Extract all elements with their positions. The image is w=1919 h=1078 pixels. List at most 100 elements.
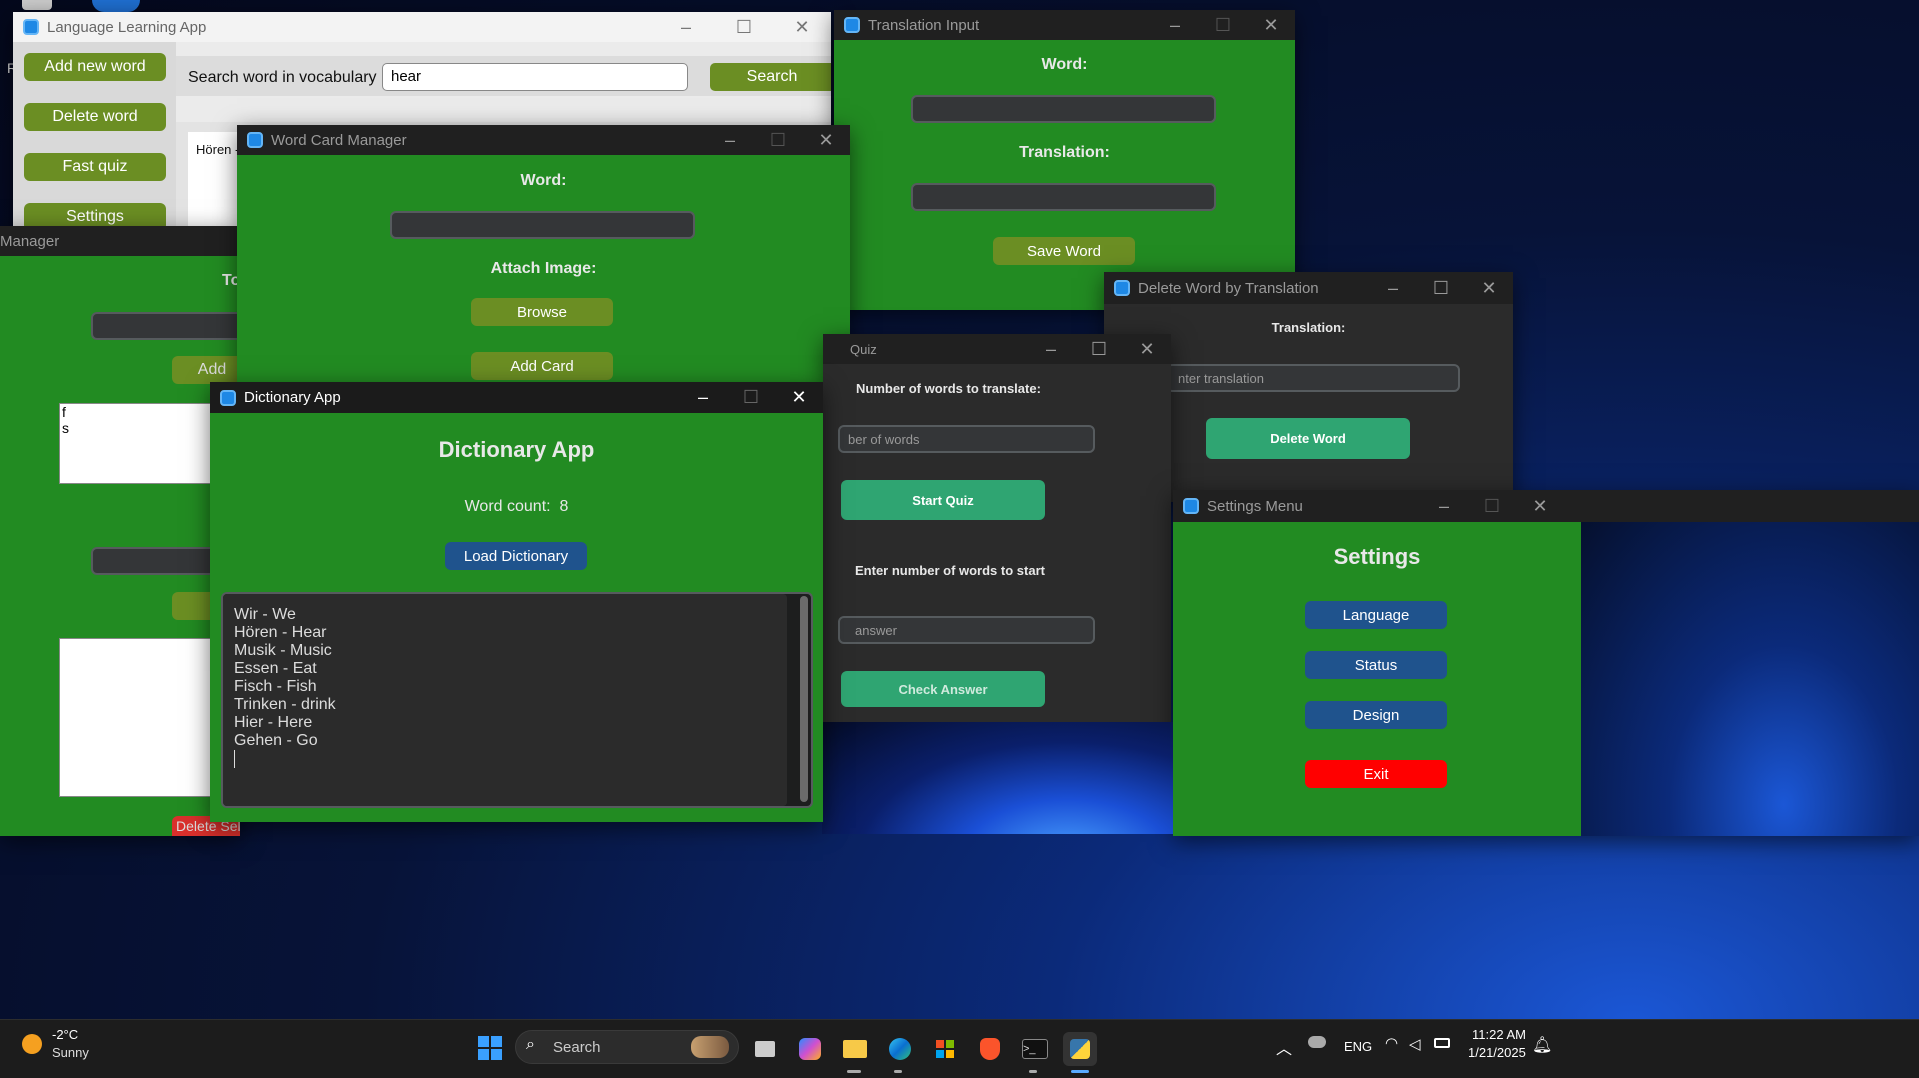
search-label: Search word in vocabulary [188, 69, 377, 86]
title-bar[interactable]: Language Learning App – ☐ ✕ [13, 12, 831, 42]
maximize-icon[interactable]: ☐ [1199, 10, 1247, 40]
volume-icon[interactable]: ◁ [1409, 1035, 1421, 1053]
minimize-icon[interactable]: – [657, 12, 715, 42]
maximize-icon[interactable]: ☐ [1417, 272, 1465, 304]
maximize-icon[interactable]: ☐ [754, 125, 802, 155]
title-bar[interactable]: Delete Word by Translation – ☐ ✕ [1104, 272, 1513, 304]
battery-icon[interactable] [1434, 1038, 1450, 1048]
list-item: Hier - Here [234, 714, 313, 731]
window-title: Translation Input [868, 16, 980, 34]
file-explorer-icon[interactable] [838, 1032, 872, 1066]
minimize-icon[interactable]: – [679, 382, 727, 413]
weather-desc[interactable]: Sunny [52, 1045, 89, 1060]
settings-menu-window: Settings Menu – ☐ ✕ Settings Language St… [1173, 490, 1919, 836]
title-bar[interactable]: Word Card Manager – ☐ ✕ [237, 125, 850, 155]
wifi-icon[interactable]: ◠ [1385, 1034, 1398, 1052]
close-icon[interactable]: ✕ [1516, 490, 1564, 522]
onedrive-icon[interactable] [1308, 1036, 1326, 1048]
search-input[interactable]: hear [382, 63, 688, 91]
word-label: Word: [520, 172, 567, 189]
clock-date[interactable]: 1/21/2025 [1468, 1045, 1526, 1060]
title-bar[interactable]: Settings Menu – ☐ ✕ [1173, 490, 1919, 522]
title-bar[interactable]: Quiz – ☐ ✕ [823, 334, 1171, 364]
edge-icon[interactable] [883, 1032, 917, 1066]
copilot-icon[interactable] [793, 1032, 827, 1066]
quiz-window: Quiz – ☐ ✕ Number of words to translate:… [823, 334, 1171, 722]
check-answer-button[interactable]: Check Answer [841, 671, 1045, 707]
start-quiz-button[interactable]: Start Quiz [841, 480, 1045, 520]
running-indicator [894, 1070, 902, 1073]
close-icon[interactable]: ✕ [775, 382, 823, 413]
save-word-button[interactable]: Save Word [993, 237, 1135, 265]
translation-field[interactable]: nter translation [1166, 364, 1460, 392]
dictionary-heading: Dictionary App [438, 437, 595, 462]
brave-icon[interactable] [973, 1032, 1007, 1066]
desktop-icon[interactable] [22, 0, 52, 10]
minimize-icon[interactable]: – [1369, 272, 1417, 304]
word-count-label: Word count: [464, 498, 551, 515]
word-list[interactable]: f s [59, 403, 219, 484]
list-item[interactable]: s [60, 420, 218, 436]
delete-word-button[interactable]: Delete word [24, 103, 166, 131]
close-icon[interactable]: ✕ [1247, 10, 1295, 40]
running-indicator [1029, 1070, 1037, 1073]
design-button[interactable]: Design [1305, 701, 1447, 729]
add-new-word-button[interactable]: Add new word [24, 53, 166, 81]
dictionary-textbox[interactable]: Wir - We Hören - Hear Musik - Music Esse… [221, 592, 813, 808]
add-card-button[interactable]: Add Card [471, 352, 613, 380]
minimize-icon[interactable]: – [706, 125, 754, 155]
python-icon[interactable] [1063, 1032, 1097, 1066]
title-bar[interactable]: Translation Input – ☐ ✕ [834, 10, 1295, 40]
chevron-up-icon[interactable]: ︿ [1276, 1035, 1292, 1059]
title-bar[interactable]: Manager [0, 226, 240, 256]
close-icon[interactable]: ✕ [1465, 272, 1513, 304]
load-dictionary-button[interactable]: Load Dictionary [445, 542, 587, 570]
maximize-icon[interactable]: ☐ [727, 382, 775, 413]
language-button[interactable]: Language [1305, 601, 1447, 629]
status-button[interactable]: Status [1305, 651, 1447, 679]
scrollbar[interactable] [800, 596, 808, 802]
maximize-icon[interactable]: ☐ [1468, 490, 1516, 522]
close-icon[interactable]: ✕ [1123, 334, 1171, 364]
search-button[interactable]: Search [710, 63, 831, 91]
close-icon[interactable]: ✕ [773, 12, 831, 42]
word-field[interactable] [911, 95, 1216, 123]
running-indicator [1071, 1070, 1089, 1073]
maximize-icon[interactable]: ☐ [715, 12, 773, 42]
app-icon [1114, 280, 1130, 296]
translation-field[interactable] [911, 183, 1216, 211]
desktop-icon[interactable] [92, 0, 140, 12]
list-item[interactable]: f [60, 404, 218, 420]
word-field[interactable] [91, 312, 240, 340]
start-icon[interactable] [478, 1036, 502, 1060]
terminal-icon[interactable]: >_ [1018, 1032, 1052, 1066]
answer-field[interactable]: answer [838, 616, 1095, 644]
delete-word-button[interactable]: Delete Word [1206, 418, 1410, 459]
clock-time[interactable]: 11:22 AM [1472, 1027, 1526, 1042]
word-count: Word count: 8 [210, 498, 823, 516]
exit-button[interactable]: Exit [1305, 760, 1447, 788]
word-field[interactable] [390, 211, 695, 239]
taskbar-search[interactable]: ⌕ Search [515, 1030, 739, 1064]
maximize-icon[interactable]: ☐ [1075, 334, 1123, 364]
list-item: Gehen - Go [234, 732, 318, 749]
minimize-icon[interactable]: – [1027, 334, 1075, 364]
window-title: Delete Word by Translation [1138, 279, 1319, 297]
num-words-field[interactable]: ber of words [838, 425, 1095, 453]
translation-label: Translation: [1271, 320, 1346, 335]
close-icon[interactable]: ✕ [802, 125, 850, 155]
language-indicator[interactable]: ENG [1344, 1039, 1372, 1054]
card-manager-window: Manager To Add f s Delete Selected Word [0, 226, 240, 836]
minimize-icon[interactable]: – [1420, 490, 1468, 522]
list-item: Trinken - drink [234, 696, 336, 713]
browse-button[interactable]: Browse [471, 298, 613, 326]
title-bar[interactable]: Dictionary App – ☐ ✕ [210, 382, 823, 413]
weather-temp[interactable]: -2°C [52, 1027, 78, 1042]
add-button[interactable]: Add [172, 356, 240, 384]
minimize-icon[interactable]: – [1151, 10, 1199, 40]
running-indicator [847, 1070, 861, 1073]
store-icon[interactable] [928, 1032, 962, 1066]
fast-quiz-button[interactable]: Fast quiz [24, 153, 166, 181]
task-view-icon[interactable] [748, 1032, 782, 1066]
notification-bell-icon[interactable]: 🔔︎ [1532, 1035, 1552, 1055]
